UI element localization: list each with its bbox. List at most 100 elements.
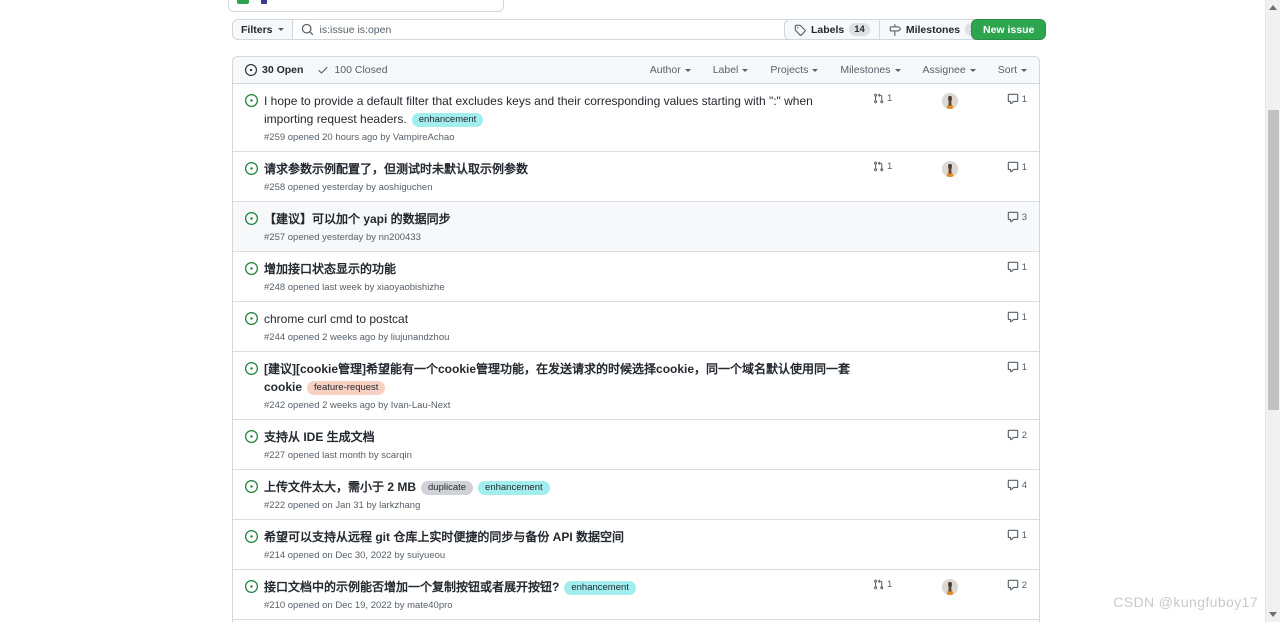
blue-marker-icon bbox=[261, 0, 267, 4]
issue-title[interactable]: I hope to provide a default filter that … bbox=[264, 94, 813, 126]
linked-pull-request-icon bbox=[874, 161, 884, 172]
issue-label-enhancement[interactable]: enhancement bbox=[564, 581, 636, 595]
comment-count: 3 bbox=[1021, 211, 1027, 223]
issue-title[interactable]: 接口文档中的示例能否增加一个复制按钮或者展开按钮? bbox=[264, 580, 559, 594]
chevron-down-icon bbox=[969, 68, 976, 72]
issue-row[interactable]: 希望可以支持从远程 git 仓库上实时便捷的同步与备份 API 数据空间 #214… bbox=[233, 519, 1039, 569]
comment-count: 1 bbox=[1021, 361, 1027, 373]
scrollbar-thumb[interactable] bbox=[1268, 110, 1279, 410]
comments-cell[interactable]: 1 bbox=[983, 161, 1027, 173]
issue-metadata: 11 bbox=[873, 93, 1027, 111]
comments-cell[interactable]: 1 bbox=[983, 261, 1027, 273]
issue-title-line: [建议][cookie管理]希望能有一个cookie管理功能，在发送请求的时候选… bbox=[264, 360, 865, 396]
issue-meta: #227 opened last month by scarqin bbox=[264, 450, 412, 461]
issue-row[interactable]: 上传文件太大，需小于 2 MB duplicate enhancement #222 … bbox=[233, 469, 1039, 519]
issue-label-feature-request[interactable]: feature-request bbox=[307, 381, 386, 395]
issue-metadata: 1 bbox=[873, 261, 1027, 279]
issue-row[interactable]: 支持从 IDE 生成文档 #227 opened last month by sc… bbox=[233, 419, 1039, 469]
comment-icon bbox=[1007, 211, 1018, 223]
issue-title-line: 上传文件太大，需小于 2 MB duplicate enhancement bbox=[264, 478, 865, 496]
issue-title[interactable]: 上传文件太大，需小于 2 MB bbox=[264, 480, 416, 494]
issue-meta: #222 opened on Jan 31 by larkzhang bbox=[264, 500, 421, 511]
issue-state-icon bbox=[245, 162, 258, 180]
issue-title[interactable]: chrome curl cmd to postcat bbox=[264, 312, 408, 326]
issue-title[interactable]: 支持从 IDE 生成文档 bbox=[264, 430, 375, 444]
comments-cell[interactable]: 4 bbox=[983, 479, 1027, 491]
comment-icon bbox=[1007, 93, 1018, 105]
filter-author[interactable]: Author bbox=[650, 64, 691, 76]
open-count-label: 30 Open bbox=[262, 64, 304, 76]
filter-label: Assignee bbox=[922, 64, 966, 76]
assignee-cell bbox=[917, 161, 983, 177]
issue-row[interactable]: [建议][cookie管理]希望能有一个cookie管理功能，在发送请求的时候选… bbox=[233, 351, 1039, 419]
issue-title[interactable]: 请求参数示例配置了，但测试时未默认取示例参数 bbox=[264, 162, 528, 176]
issue-metadata: 11 bbox=[873, 161, 1027, 179]
issue-opened-icon bbox=[245, 580, 258, 593]
issue-title[interactable]: 【建议】可以加个 yapi 的数据同步 bbox=[264, 212, 451, 226]
comment-count: 2 bbox=[1021, 429, 1027, 441]
comments-cell[interactable]: 1 bbox=[983, 93, 1027, 105]
avatar[interactable] bbox=[942, 579, 958, 595]
pull-request-count: 1 bbox=[887, 579, 893, 590]
issue-row[interactable]: 请求参数示例配置了，但测试时未默认取示例参数 #258 opened yester… bbox=[233, 151, 1039, 201]
issue-meta: #259 opened 20 hours ago by VampireAchao bbox=[264, 132, 455, 143]
issue-row[interactable]: I hope to provide a default filter that … bbox=[233, 84, 1039, 151]
filter-label: Projects bbox=[770, 64, 809, 76]
tag-icon bbox=[794, 24, 806, 36]
issue-label-duplicate[interactable]: duplicate bbox=[421, 481, 474, 495]
issue-content: 支持从 IDE 生成文档 #227 opened last month by sc… bbox=[264, 428, 873, 462]
issue-title[interactable]: 增加接口状态显示的功能 bbox=[264, 262, 396, 276]
issue-meta: #258 opened yesterday by aoshiguchen bbox=[264, 182, 433, 193]
issue-opened-icon bbox=[245, 312, 258, 325]
open-issues-filter[interactable]: 30 Open bbox=[245, 64, 303, 76]
avatar[interactable] bbox=[942, 93, 958, 109]
scroll-up-arrow[interactable] bbox=[1269, 5, 1277, 10]
issue-meta: #214 opened on Dec 30, 2022 by suiyueou bbox=[264, 550, 446, 561]
issue-meta: #242 opened 2 weeks ago by Ivan-Lau-Next bbox=[264, 400, 451, 411]
linked-pull-requests: 1 bbox=[873, 579, 917, 590]
watermark: CSDN @kungfuboy17 bbox=[1113, 594, 1258, 610]
scroll-down-arrow[interactable] bbox=[1269, 612, 1277, 617]
issue-meta: #248 opened last week by xiaoyaobishizhe bbox=[264, 282, 445, 293]
comment-icon bbox=[1007, 529, 1018, 541]
comments-cell[interactable]: 2 bbox=[983, 579, 1027, 591]
filter-sort[interactable]: Sort bbox=[998, 64, 1027, 76]
labels-label: Labels bbox=[811, 23, 845, 36]
issue-opened-icon bbox=[245, 480, 258, 493]
issue-row[interactable]: 接口文档中的示例能否增加一个复制按钮或者展开按钮? enhancement #210… bbox=[233, 569, 1039, 619]
chevron-down-icon bbox=[1021, 68, 1027, 72]
filter-milestones[interactable]: Milestones bbox=[840, 64, 901, 76]
chevron-down-icon bbox=[684, 68, 691, 72]
new-issue-button[interactable]: New issue bbox=[971, 19, 1047, 40]
filter-projects[interactable]: Projects bbox=[770, 64, 819, 76]
issue-row[interactable]: 【建议】可以加个 yapi 的数据同步 #257 opened yesterday… bbox=[233, 201, 1039, 251]
comments-cell[interactable]: 1 bbox=[983, 529, 1027, 541]
filter-label: Label bbox=[712, 64, 739, 76]
issue-meta: #257 opened yesterday by nn200433 bbox=[264, 232, 421, 243]
closed-issues-filter[interactable]: 100 Closed bbox=[317, 64, 388, 76]
issue-row[interactable]: 增加接口状态显示的功能 #248 opened last week by xiao… bbox=[233, 251, 1039, 301]
comments-cell[interactable]: 1 bbox=[983, 361, 1027, 373]
comments-cell[interactable]: 1 bbox=[983, 311, 1027, 323]
avatar[interactable] bbox=[942, 161, 958, 177]
issue-state-icon bbox=[245, 362, 258, 380]
issue-metadata: 1 bbox=[873, 529, 1027, 547]
filter-label[interactable]: Label bbox=[713, 64, 749, 76]
comment-icon bbox=[1007, 479, 1018, 491]
filter-assignee[interactable]: Assignee bbox=[923, 64, 976, 76]
issue-content: chrome curl cmd to postcat #244 opened 2 … bbox=[264, 310, 873, 344]
comments-cell[interactable]: 3 bbox=[983, 211, 1027, 223]
page-scrollbar[interactable] bbox=[1265, 0, 1280, 622]
issue-state-icon bbox=[245, 262, 258, 280]
comments-cell[interactable]: 2 bbox=[983, 429, 1027, 441]
issue-state-icon bbox=[245, 580, 258, 598]
issue-title[interactable]: 希望可以支持从远程 git 仓库上实时便捷的同步与备份 API 数据空间 bbox=[264, 530, 624, 544]
labels-button[interactable]: Labels 14 bbox=[785, 20, 879, 39]
issue-label-enhancement[interactable]: enhancement bbox=[478, 481, 550, 495]
issue-label-enhancement[interactable]: enhancement bbox=[411, 113, 484, 127]
issue-row[interactable]: chrome curl cmd to postcat #244 opened 2 … bbox=[233, 301, 1039, 351]
column-filters: Author Label Projects Milestones Assignee Sor… bbox=[650, 64, 1027, 76]
issue-title-line: 接口文档中的示例能否增加一个复制按钮或者展开按钮? enhancement bbox=[264, 578, 865, 596]
filters-button[interactable]: Filters bbox=[232, 19, 292, 40]
issues-panel: 30 Open 100 Closed Author Label Projects Mi… bbox=[232, 56, 1040, 622]
